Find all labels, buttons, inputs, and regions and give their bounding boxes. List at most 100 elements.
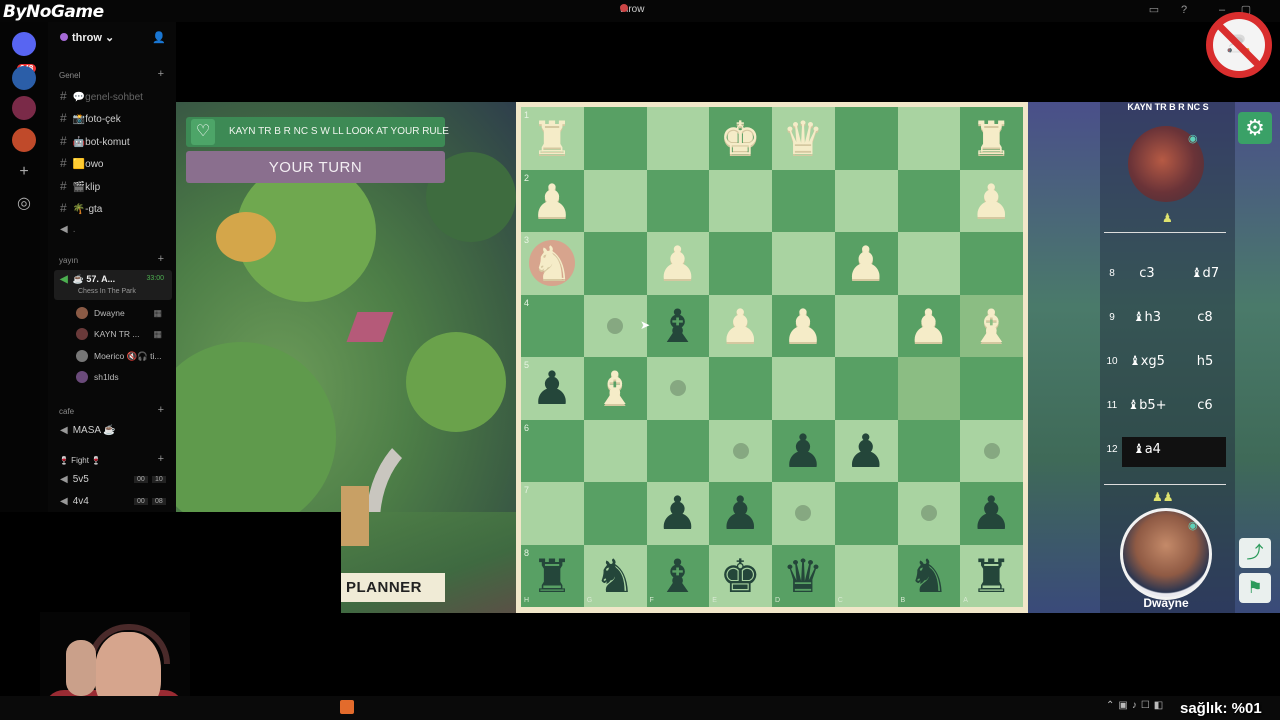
board-square[interactable] bbox=[772, 169, 835, 232]
board-square[interactable] bbox=[583, 169, 647, 232]
white-pawn-piece[interactable]: ♟ bbox=[835, 232, 897, 294]
explore-icon[interactable]: ◎ bbox=[14, 194, 34, 214]
player-avatar[interactable] bbox=[1120, 508, 1212, 600]
black-bishop-piece[interactable]: ♝ bbox=[647, 295, 709, 357]
white-pawn-piece[interactable]: ♟ bbox=[647, 232, 709, 294]
move-white[interactable]: ♝xg5 bbox=[1122, 354, 1172, 369]
system-tray[interactable]: ⌃▣♪☐◧ bbox=[1106, 700, 1167, 711]
board-square[interactable] bbox=[521, 419, 584, 482]
board-square[interactable] bbox=[834, 107, 898, 170]
board-square[interactable] bbox=[709, 357, 772, 420]
plus-icon[interactable]: + bbox=[158, 68, 164, 80]
move-black[interactable]: h5 bbox=[1180, 354, 1230, 369]
board-square[interactable] bbox=[834, 294, 898, 357]
voice-channel-4v4[interactable]: ◀ 4v4 bbox=[60, 496, 89, 507]
move-white[interactable]: ♝a4 bbox=[1122, 442, 1172, 457]
server-icon-1[interactable] bbox=[12, 66, 36, 90]
board-square[interactable] bbox=[583, 232, 647, 295]
white-pawn-piece[interactable]: ♟ bbox=[521, 170, 583, 232]
server-icon-3[interactable] bbox=[12, 128, 36, 152]
channel-owo[interactable]: # 🟨owo bbox=[60, 156, 103, 170]
board-square[interactable] bbox=[834, 544, 898, 607]
server-icon-2[interactable] bbox=[12, 96, 36, 120]
board-square[interactable] bbox=[772, 357, 835, 420]
flag-icon[interactable]: ⚑ bbox=[1239, 573, 1271, 603]
voice-channel-5v5[interactable]: ◀ 5v5 bbox=[60, 474, 89, 485]
plus-icon[interactable]: + bbox=[158, 404, 164, 416]
board-square[interactable] bbox=[521, 482, 584, 545]
white-bishop-piece[interactable]: ♝ bbox=[584, 357, 646, 419]
board-square[interactable] bbox=[709, 169, 772, 232]
board-square[interactable] bbox=[583, 482, 647, 545]
category-fight[interactable]: 🍷 Fight 🍷 bbox=[59, 456, 101, 465]
white-rook-piece[interactable]: ♜ bbox=[960, 107, 1022, 169]
guild-header[interactable]: throw ⌄ bbox=[60, 31, 114, 44]
taskbar-app-icon[interactable] bbox=[340, 700, 354, 714]
member-item[interactable]: sh1lds bbox=[76, 371, 119, 383]
invite-icon[interactable]: 👤 bbox=[152, 31, 166, 44]
white-pawn-piece[interactable]: ♟ bbox=[772, 295, 834, 357]
black-pawn-piece[interactable]: ♟ bbox=[835, 420, 897, 482]
move-black[interactable]: c8 bbox=[1180, 310, 1230, 325]
category-genel[interactable]: Genel bbox=[59, 71, 80, 80]
black-pawn-piece[interactable]: ♟ bbox=[709, 482, 771, 544]
black-king-piece[interactable]: ♚ bbox=[709, 545, 771, 607]
board-square[interactable] bbox=[897, 169, 961, 232]
move-white[interactable]: ♝h3 bbox=[1122, 310, 1172, 325]
voice-channel-masa[interactable]: ◀ MASA ☕ bbox=[60, 425, 116, 436]
board-square[interactable] bbox=[834, 169, 898, 232]
white-pawn-piece[interactable]: ♟ bbox=[960, 170, 1022, 232]
member-item[interactable]: Moerico 🔇🎧 ti... bbox=[76, 350, 161, 362]
white-knight-piece[interactable]: ♞ bbox=[521, 232, 583, 294]
black-knight-piece[interactable]: ♞ bbox=[898, 545, 960, 607]
heart-icon[interactable]: ♡ bbox=[191, 119, 215, 145]
category-cafe[interactable]: cafe bbox=[59, 407, 74, 416]
board-square[interactable] bbox=[834, 482, 898, 545]
chess-board[interactable]: 1 2 3 4 5 6 7 8 H G F E D C B A ♜ ♚ ♛ ♜ ♟ ♟ ♞ ♟ ♟ ♝ ♟ ♟ ♟ ♝ ♟ ♝ ♟ ♟ ♟ ♟ ♟ ♜ ♞ ♝… bbox=[521, 107, 1023, 607]
move-white[interactable]: ♝b5+ bbox=[1122, 398, 1172, 413]
black-rook-piece[interactable]: ♜ bbox=[521, 545, 583, 607]
member-item[interactable]: Dwayne bbox=[76, 307, 125, 319]
board-square[interactable] bbox=[583, 107, 647, 170]
board-square[interactable] bbox=[709, 232, 772, 295]
plus-icon[interactable]: + bbox=[158, 253, 164, 265]
gear-icon[interactable]: ⚙ bbox=[1238, 112, 1272, 144]
board-square[interactable] bbox=[521, 294, 584, 357]
move-white[interactable]: c3 bbox=[1122, 266, 1172, 281]
member-item[interactable]: KAYN TR ... bbox=[76, 328, 140, 340]
board-square[interactable] bbox=[583, 419, 647, 482]
board-square[interactable] bbox=[960, 357, 1023, 420]
board-square[interactable] bbox=[834, 357, 898, 420]
board-square[interactable] bbox=[646, 419, 710, 482]
black-queen-piece[interactable]: ♛ bbox=[772, 545, 834, 607]
board-square[interactable] bbox=[897, 107, 961, 170]
channel-foto-cek[interactable]: # 📸foto-çek bbox=[60, 111, 121, 125]
board-square[interactable] bbox=[897, 419, 961, 482]
channel-dot[interactable]: ◀. bbox=[60, 224, 75, 235]
white-pawn-piece[interactable]: ♟ bbox=[709, 295, 771, 357]
channel-klip[interactable]: # 🎬klip bbox=[60, 179, 100, 193]
channel-genel-sohbet[interactable]: # 💬genel-sohbet bbox=[60, 89, 143, 103]
move-black[interactable]: c6 bbox=[1180, 398, 1230, 413]
white-rook-piece[interactable]: ♜ bbox=[521, 107, 583, 169]
black-pawn-piece[interactable]: ♟ bbox=[960, 482, 1022, 544]
board-square[interactable] bbox=[897, 357, 961, 420]
board-square[interactable] bbox=[897, 232, 961, 295]
board-square[interactable] bbox=[772, 232, 835, 295]
move-black[interactable]: ♝d7 bbox=[1180, 266, 1230, 281]
category-yayin[interactable]: yayın bbox=[59, 256, 78, 265]
black-rook-piece[interactable]: ♜ bbox=[960, 545, 1022, 607]
inbox-icon[interactable]: ▭ bbox=[1148, 4, 1160, 16]
plus-icon[interactable]: + bbox=[158, 453, 164, 465]
channel-bot-komut[interactable]: # 🤖bot-komut bbox=[60, 134, 130, 148]
white-pawn-piece[interactable]: ♟ bbox=[898, 295, 960, 357]
board-square[interactable] bbox=[960, 232, 1023, 295]
channel-gta[interactable]: # 🌴-gta bbox=[60, 201, 102, 215]
help-icon[interactable]: ? bbox=[1178, 4, 1190, 16]
move-hint-dot[interactable] bbox=[732, 442, 749, 459]
black-knight-piece[interactable]: ♞ bbox=[584, 545, 646, 607]
board-square[interactable] bbox=[646, 169, 710, 232]
move-hint-dot[interactable] bbox=[607, 317, 624, 334]
share-icon[interactable]: ⤴ bbox=[1239, 538, 1271, 568]
black-pawn-piece[interactable]: ♟ bbox=[772, 420, 834, 482]
